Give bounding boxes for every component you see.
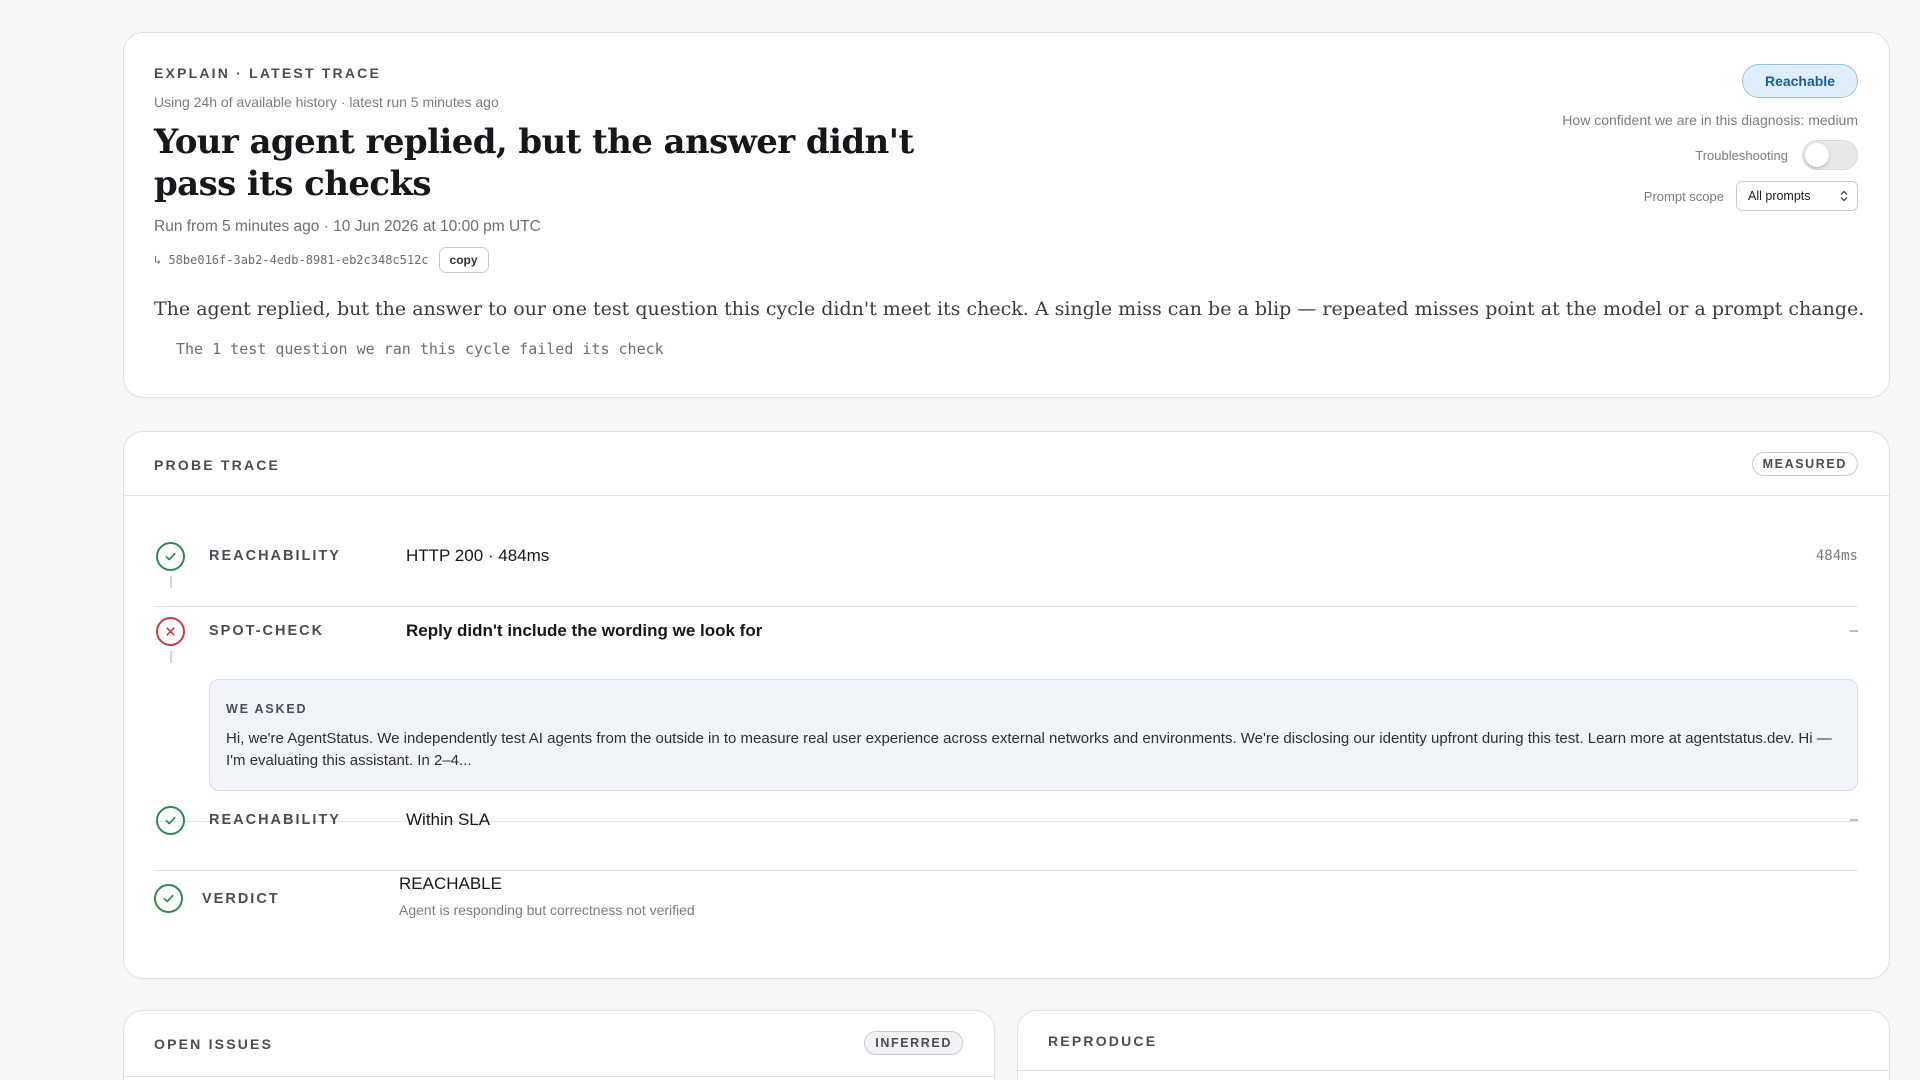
reproduce-title: REPRODUCE bbox=[1048, 1033, 1158, 1049]
probe-trace-card: PROBE TRACE MEASURED REACHABILITY HTTP 2… bbox=[123, 431, 1890, 979]
check-circle-icon bbox=[156, 542, 185, 571]
troubleshooting-label: Troubleshooting bbox=[1695, 147, 1788, 163]
check-circle-icon bbox=[156, 806, 185, 835]
check-circle-icon bbox=[154, 884, 183, 913]
reproduce-card: REPRODUCE bbox=[1017, 1010, 1890, 1080]
step-value: Within SLA bbox=[406, 810, 491, 829]
trace-step-reachability: REACHABILITY HTTP 200 · 484ms 484ms bbox=[154, 542, 1858, 612]
troubleshooting-row: Troubleshooting bbox=[1695, 140, 1858, 170]
divider bbox=[154, 870, 1858, 871]
step-value: Reply didn't include the wording we look… bbox=[406, 621, 763, 640]
step-value: HTTP 200 · 484ms bbox=[406, 546, 550, 565]
divider bbox=[124, 1076, 994, 1077]
divider bbox=[124, 495, 1889, 496]
run-info: Run from 5 minutes ago · 10 Jun 2026 at … bbox=[154, 218, 541, 235]
open-issues-title: OPEN ISSUES bbox=[154, 1036, 274, 1052]
trace-id: ↳ 58be016f-3ab2-4edb-8981-eb2c348c512c bbox=[154, 253, 429, 267]
step-latency: – bbox=[1849, 623, 1858, 639]
open-issues-card: OPEN ISSUES INFERRED bbox=[123, 1010, 995, 1080]
step-latency: 484ms bbox=[1815, 548, 1858, 564]
troubleshooting-toggle[interactable] bbox=[1802, 140, 1858, 170]
step-label: SPOT-CHECK bbox=[209, 623, 325, 639]
inferred-tag: INFERRED bbox=[864, 1031, 963, 1055]
asked-prompt-box: WE ASKED Hi, we're AgentStatus. We indep… bbox=[209, 679, 1858, 791]
status-badge: Reachable bbox=[1741, 64, 1858, 98]
page-title: Your agent replied, but the answer didn'… bbox=[154, 122, 914, 204]
chevron-updown-icon bbox=[1840, 190, 1848, 202]
divider bbox=[1018, 1070, 1889, 1071]
step-connector bbox=[170, 651, 172, 663]
diagnosis-summary: The agent replied, but the answer to our… bbox=[154, 298, 1865, 320]
probe-trace-title: PROBE TRACE bbox=[154, 457, 281, 473]
step-label: REACHABILITY bbox=[209, 812, 341, 828]
diagnosis-detail: The 1 test question we ran this cycle fa… bbox=[176, 340, 664, 358]
step-label: REACHABILITY bbox=[209, 548, 341, 564]
prompt-scope-value: All prompts bbox=[1748, 189, 1811, 203]
prompt-scope-row: Prompt scope All prompts bbox=[1644, 181, 1858, 211]
asked-label: WE ASKED bbox=[226, 702, 308, 716]
copy-button[interactable]: copy bbox=[438, 247, 489, 273]
trace-step-verdict: VERDICT REACHABLE Agent is responding bu… bbox=[154, 874, 1858, 964]
trace-step-spot-check: SPOT-CHECK Reply didn't include the word… bbox=[154, 617, 1858, 837]
verdict-value: REACHABLE bbox=[399, 874, 502, 893]
trace-step-sla: REACHABILITY Within SLA – bbox=[154, 806, 1858, 876]
explain-eyebrow: EXPLAIN · LATEST TRACE bbox=[154, 65, 382, 81]
step-latency: – bbox=[1849, 812, 1858, 828]
explain-card: EXPLAIN · LATEST TRACE Using 24h of avai… bbox=[123, 32, 1890, 398]
confidence-text: How confident we are in this diagnosis: … bbox=[1562, 112, 1858, 128]
asked-prompt-text: Hi, we're AgentStatus. We independently … bbox=[226, 730, 1832, 769]
verdict-description: Agent is responding but correctness not … bbox=[399, 902, 695, 918]
x-circle-icon bbox=[156, 617, 185, 646]
prompt-scope-select[interactable]: All prompts bbox=[1736, 181, 1858, 211]
divider bbox=[154, 606, 1858, 607]
step-connector bbox=[170, 576, 172, 588]
history-info: Using 24h of available history · latest … bbox=[154, 94, 499, 110]
toggle-knob bbox=[1805, 143, 1829, 167]
step-label: VERDICT bbox=[202, 891, 280, 907]
trace-id-row: ↳ 58be016f-3ab2-4edb-8981-eb2c348c512c c… bbox=[154, 247, 489, 273]
measured-tag: MEASURED bbox=[1751, 452, 1858, 476]
prompt-scope-label: Prompt scope bbox=[1643, 188, 1724, 204]
